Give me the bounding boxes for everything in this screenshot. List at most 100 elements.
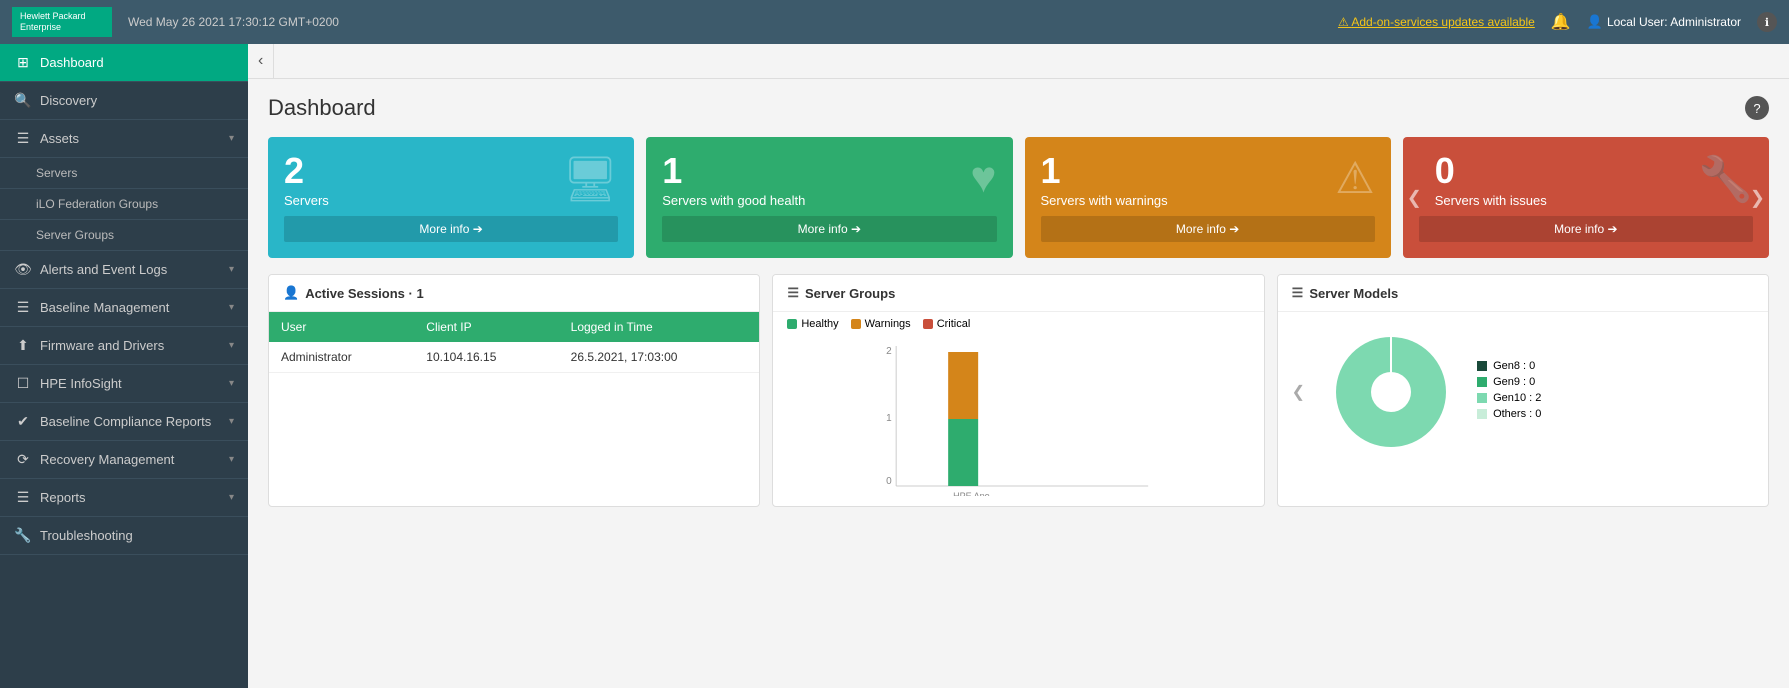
baseline-mgmt-icon: ☰ <box>14 299 32 316</box>
col-user: User <box>269 312 414 342</box>
sidebar-item-alerts[interactable]: 👁 Alerts and Event Logs ▾ <box>0 251 248 289</box>
sidebar-item-discovery[interactable]: 🔍 Discovery <box>0 82 248 120</box>
server-groups-panel-icon: ☰ <box>787 285 799 301</box>
sidebar-item-baseline-compliance[interactable]: ✔ Baseline Compliance Reports ▾ <box>0 403 248 441</box>
card-content: 0 Servers with issues <box>1435 153 1547 208</box>
content-area: ‹ Dashboard ? 2 Servers 🖥 <box>248 44 1789 688</box>
stat-number: 0 <box>1435 153 1547 189</box>
card-content: 1 Servers with good health <box>662 153 805 208</box>
more-info-link[interactable]: More info ➔ <box>1041 216 1375 242</box>
servers-stat-card[interactable]: 2 Servers 🖥 More info ➔ <box>268 137 634 258</box>
pie-legend: Gen8 : 0 Gen9 : 0 Gen10 : 2 <box>1477 360 1541 424</box>
firmware-icon: ⬆ <box>14 337 32 354</box>
chevron-down-icon: ▾ <box>229 378 234 389</box>
more-info-link[interactable]: More info ➔ <box>284 216 618 242</box>
sidebar-item-server-groups[interactable]: Server Groups <box>0 220 248 251</box>
chevron-down-icon: ▾ <box>229 264 234 275</box>
warnings-bar <box>948 352 978 419</box>
server-models-header: ☰ Server Models <box>1278 275 1768 312</box>
bar-chart-legend: Healthy Warnings Critical <box>773 312 1263 336</box>
health-bg-icon: ♥ <box>970 153 996 203</box>
chevron-down-icon: ▾ <box>229 302 234 313</box>
chevron-down-icon: ▾ <box>229 133 234 144</box>
server-groups-panel-header: ☰ Server Groups <box>773 275 1263 312</box>
discovery-icon: 🔍 <box>14 92 32 109</box>
troubleshooting-icon: 🔧 <box>14 527 32 544</box>
bell-icon[interactable]: 🔔 <box>1551 12 1571 32</box>
legend-others: Others : 0 <box>1477 408 1541 420</box>
sidebar-item-recovery-mgmt[interactable]: ⟳ Recovery Management ▾ <box>0 441 248 479</box>
more-info-link[interactable]: More info ➔ <box>1419 216 1753 242</box>
logo-line2: Enterprise <box>20 22 104 33</box>
active-sessions-header: 👤 Active Sessions · 1 <box>269 275 759 312</box>
others-dot <box>1477 409 1487 419</box>
sidebar-collapse-button[interactable]: ‹ <box>248 44 274 78</box>
stat-number: 2 <box>284 153 329 189</box>
healthy-dot <box>787 319 797 329</box>
more-info-link[interactable]: More info ➔ <box>662 216 996 242</box>
user-cell: Administrator <box>269 342 414 373</box>
healthy-bar <box>948 419 978 486</box>
sidebar-item-dashboard[interactable]: ⊞ Dashboard <box>0 44 248 82</box>
svg-text:1: 1 <box>886 413 892 424</box>
col-client-ip: Client IP <box>414 312 558 342</box>
sidebar-item-troubleshooting[interactable]: 🔧 Troubleshooting <box>0 517 248 555</box>
sidebar-item-reports[interactable]: ☰ Reports ▾ <box>0 479 248 517</box>
svg-text:0: 0 <box>886 476 892 487</box>
datetime: Wed May 26 2021 17:30:12 GMT+0200 <box>128 15 1338 29</box>
sidebar-item-firmware[interactable]: ⬆ Firmware and Drivers ▾ <box>0 327 248 365</box>
stat-label: Servers with warnings <box>1041 193 1168 208</box>
hpe-logo: Hewlett Packard Enterprise <box>12 7 112 37</box>
logged-in-cell: 26.5.2021, 17:03:00 <box>559 342 760 373</box>
stat-cards: 2 Servers 🖥 More info ➔ 1 Servers with g… <box>268 137 1769 258</box>
gen10-dot <box>1477 393 1487 403</box>
gen10-label: Gen10 : 2 <box>1493 392 1541 404</box>
server-models-title: Server Models <box>1309 286 1398 301</box>
stat-label: Servers with good health <box>662 193 805 208</box>
page-title: Dashboard <box>268 95 376 121</box>
sidebar: ⊞ Dashboard 🔍 Discovery ☰ Assets ▾ Serve… <box>0 44 248 688</box>
legend-critical-label: Critical <box>937 318 971 330</box>
good-health-stat-card[interactable]: 1 Servers with good health ♥ More info ➔ <box>646 137 1012 258</box>
user-label[interactable]: Local User: Administrator <box>1587 14 1741 30</box>
bottom-panels: 👤 Active Sessions · 1 User Client IP Log… <box>268 274 1769 507</box>
bar-chart-area: 2 1 0 HPE Apo... <box>773 336 1263 506</box>
info-icon[interactable]: ℹ <box>1757 12 1777 32</box>
sidebar-item-ilo-federation[interactable]: iLO Federation Groups <box>0 189 248 220</box>
bar-chart-svg: 2 1 0 HPE Apo... <box>787 336 1249 496</box>
server-groups-panel-title: Server Groups <box>805 286 895 301</box>
gen8-dot <box>1477 361 1487 371</box>
next-arrow-icon[interactable]: ❯ <box>1750 187 1765 208</box>
legend-gen9: Gen9 : 0 <box>1477 376 1541 388</box>
card-content: 1 Servers with warnings <box>1041 153 1168 208</box>
alerts-icon: 👁 <box>14 261 32 278</box>
assets-icon: ☰ <box>14 130 32 147</box>
sessions-table: User Client IP Logged in Time Administra… <box>269 312 759 373</box>
pie-prev-arrow-icon[interactable]: ❮ <box>1292 382 1305 402</box>
server-models-panel: ☰ Server Models ❮ <box>1277 274 1769 507</box>
servers-bg-icon: 🖥 <box>562 153 618 205</box>
sidebar-item-label: Baseline Management <box>40 300 221 315</box>
issues-stat-card[interactable]: ❮ 0 Servers with issues 🔧 More info ➔ ❯ <box>1403 137 1769 258</box>
card-content: 2 Servers <box>284 153 329 208</box>
layout: ⊞ Dashboard 🔍 Discovery ☰ Assets ▾ Serve… <box>0 44 1789 688</box>
warnings-stat-card[interactable]: 1 Servers with warnings ⚠ More info ➔ <box>1025 137 1391 258</box>
card-top: 1 Servers with good health ♥ <box>662 153 996 208</box>
card-top: 1 Servers with warnings ⚠ <box>1041 153 1375 208</box>
sidebar-item-assets[interactable]: ☰ Assets ▾ <box>0 120 248 158</box>
help-button[interactable]: ? <box>1745 96 1769 120</box>
svg-text:2: 2 <box>886 346 892 357</box>
sidebar-item-baseline-mgmt[interactable]: ☰ Baseline Management ▾ <box>0 289 248 327</box>
sidebar-item-label: Assets <box>40 131 221 146</box>
client-ip-cell: 10.104.16.15 <box>414 342 558 373</box>
sidebar-item-servers[interactable]: Servers <box>0 158 248 189</box>
addon-warning[interactable]: Add-on-services updates available <box>1338 15 1535 29</box>
legend-warnings-label: Warnings <box>865 318 911 330</box>
sidebar-item-hpe-infosight[interactable]: ☐ HPE InfoSight ▾ <box>0 365 248 403</box>
table-row: Administrator 10.104.16.15 26.5.2021, 17… <box>269 342 759 373</box>
legend-healthy-label: Healthy <box>801 318 838 330</box>
prev-arrow-icon[interactable]: ❮ <box>1407 187 1422 208</box>
chevron-down-icon: ▾ <box>229 454 234 465</box>
main-header: Dashboard ? <box>268 95 1769 121</box>
stat-label: Servers <box>284 193 329 208</box>
